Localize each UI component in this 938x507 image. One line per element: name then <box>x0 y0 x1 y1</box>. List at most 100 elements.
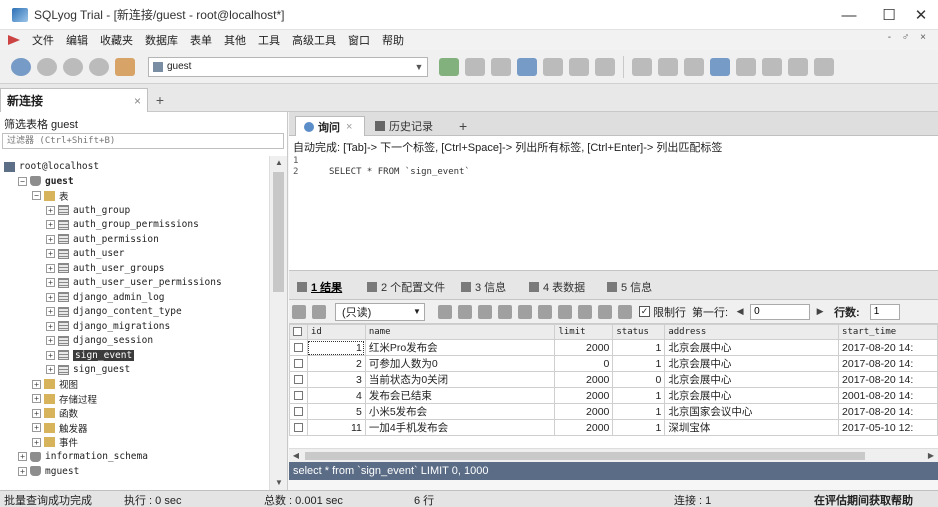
database-select[interactable]: guest ▼ <box>148 56 428 77</box>
first-row-input[interactable] <box>750 303 811 320</box>
scroll-up-icon[interactable]: ▲ <box>270 156 288 170</box>
tree-item[interactable]: + auth_permission <box>46 233 159 246</box>
table-cell[interactable]: 4 <box>306 387 366 404</box>
tree-item[interactable]: + sign_event <box>46 349 135 362</box>
add-query-tab-button[interactable]: + <box>459 118 467 134</box>
expand-icon[interactable]: + <box>18 466 27 476</box>
import-icon[interactable] <box>658 57 678 76</box>
tab-history[interactable]: 历史记录 <box>367 116 453 136</box>
tab-profile[interactable]: 2 个配置文件 <box>367 277 445 297</box>
expand-icon[interactable]: + <box>46 336 55 345</box>
column-header[interactable]: address <box>664 324 840 340</box>
collapse-icon[interactable]: − <box>18 176 27 186</box>
tab-result[interactable]: 1 结果 <box>297 277 342 297</box>
table-cell[interactable]: 2017-08-20 14: <box>838 403 938 420</box>
table-row[interactable]: 4 发布会已结束 2000 1 北京会展中心 2001-08-20 14: <box>289 387 938 404</box>
next-page-button[interactable]: ▶ <box>814 306 826 317</box>
expand-icon[interactable]: + <box>32 394 41 403</box>
column-header[interactable]: status <box>612 324 666 340</box>
new-connection-icon[interactable] <box>11 57 31 76</box>
close-tab-icon[interactable]: × <box>134 94 141 108</box>
app-menu-icon[interactable] <box>8 35 20 45</box>
table-cell[interactable]: 0 <box>612 371 666 388</box>
limit-rows-checkbox[interactable]: ✓ <box>639 306 650 317</box>
export-icon[interactable] <box>438 304 452 319</box>
table-cell[interactable]: 3 <box>306 371 366 388</box>
table-cell[interactable]: 2000 <box>554 403 614 420</box>
table-cell[interactable]: 发布会已结束 <box>364 387 556 404</box>
tab-info[interactable]: 5 信息 <box>607 277 652 297</box>
tree-item[interactable]: + 触发器 <box>32 421 88 435</box>
table-cell[interactable]: 当前状态为0关闭 <box>364 371 556 388</box>
close-button[interactable]: ✕ <box>898 0 938 30</box>
table-row[interactable]: 11 一加4手机发布会 2000 1 深圳宝体 2017-05-10 12: <box>289 419 938 436</box>
connect-icon[interactable] <box>37 57 57 76</box>
export-icon[interactable] <box>684 57 704 76</box>
grid-icon[interactable] <box>538 304 552 319</box>
tree-item[interactable]: + auth_user_user_permissions <box>46 276 222 289</box>
grid-view-icon[interactable] <box>292 304 306 319</box>
expand-icon[interactable]: + <box>32 437 41 447</box>
expand-icon[interactable]: + <box>32 379 41 389</box>
table-cell[interactable]: 北京会展中心 <box>664 355 840 372</box>
scroll-left-icon[interactable]: ◀ <box>289 449 303 463</box>
table-cell[interactable]: 2000 <box>554 339 614 356</box>
user-manager-icon[interactable] <box>632 57 652 76</box>
table-cell[interactable]: 2000 <box>554 371 614 388</box>
rows-count-input[interactable] <box>869 303 900 320</box>
table-cell[interactable]: 一加4手机发布会 <box>364 419 556 436</box>
menu-tools[interactable]: 工具 <box>252 32 286 48</box>
table-cell[interactable]: 5 <box>306 403 366 420</box>
tree-item[interactable]: + 事件 <box>32 436 78 449</box>
save-icon[interactable] <box>478 304 492 319</box>
form-view-icon[interactable] <box>558 304 572 319</box>
column-header[interactable]: name <box>364 324 556 340</box>
table-cell[interactable]: 2000 <box>554 419 614 436</box>
table-cell[interactable]: 2017-08-20 14: <box>838 355 938 372</box>
disconnect-icon[interactable] <box>63 57 83 76</box>
copy-icon[interactable] <box>458 304 472 319</box>
table-cell[interactable]: 北京会展中心 <box>664 339 840 356</box>
row-checkbox[interactable] <box>289 371 308 388</box>
column-header[interactable]: start_time <box>838 324 938 340</box>
row-checkbox[interactable] <box>289 403 308 420</box>
menu-file[interactable]: 文件 <box>26 32 60 48</box>
tree-item[interactable]: − guest <box>18 175 74 188</box>
expand-icon[interactable]: + <box>32 423 41 432</box>
evaluation-help-link[interactable]: 在评估期间获取帮助 <box>814 492 913 507</box>
row-checkbox[interactable] <box>289 419 308 436</box>
select-all-checkbox[interactable] <box>289 324 308 340</box>
collapse-icon[interactable]: − <box>32 191 41 200</box>
tree-item[interactable]: + django_admin_log <box>46 291 165 304</box>
table-row[interactable]: 5 小米5发布会 2000 1 北京国家会议中心 2017-08-20 14: <box>289 403 938 420</box>
tab-messages[interactable]: 3 信息 <box>461 277 506 297</box>
table-cell[interactable]: 红米Pro发布会 <box>364 339 556 356</box>
menu-advanced-tools[interactable]: 高级工具 <box>286 32 342 48</box>
table-cell[interactable]: 2 <box>306 355 366 372</box>
tree-item[interactable]: − 表 <box>32 189 69 203</box>
reset-filter-icon[interactable] <box>618 304 632 319</box>
refresh-icon[interactable] <box>89 57 109 76</box>
menu-database[interactable]: 数据库 <box>139 32 184 48</box>
column-header[interactable]: id <box>306 324 366 340</box>
expand-icon[interactable]: + <box>46 220 55 229</box>
text-view-icon[interactable] <box>578 304 592 319</box>
table-cell[interactable]: 1 <box>612 387 666 404</box>
backup-icon[interactable] <box>710 57 730 76</box>
tree-item[interactable]: root@localhost <box>4 160 99 173</box>
tree-item[interactable]: + 视图 <box>32 378 78 391</box>
expand-icon[interactable]: + <box>18 452 27 461</box>
query-icon[interactable] <box>115 57 135 76</box>
row-checkbox[interactable] <box>289 339 308 356</box>
table-cell[interactable]: 1 <box>612 419 666 436</box>
table-cell[interactable]: 0 <box>554 355 614 372</box>
tree-item[interactable]: + 函数 <box>32 407 78 420</box>
sql-text[interactable]: SELECT * FROM `sign_event` <box>329 167 470 177</box>
table-row[interactable]: 3 当前状态为0关闭 2000 0 北京会展中心 2017-08-20 14: <box>289 371 938 388</box>
menu-favorites[interactable]: 收藏夹 <box>94 32 139 48</box>
scroll-thumb[interactable] <box>305 452 865 460</box>
scroll-thumb[interactable] <box>273 172 284 292</box>
tree-item[interactable]: + sign_guest <box>46 363 130 376</box>
table-row[interactable]: 1 红米Pro发布会 2000 1 北京会展中心 2017-08-20 14: <box>289 339 938 356</box>
table-cell[interactable]: 1 <box>612 403 666 420</box>
